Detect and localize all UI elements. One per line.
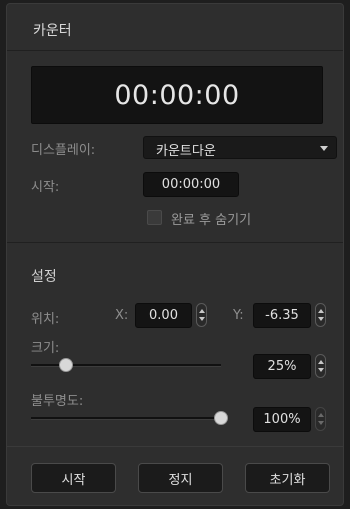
footer-divider — [7, 446, 343, 447]
stepper-up-icon — [318, 360, 324, 364]
start-time-input[interactable]: 00:00:00 — [143, 172, 239, 197]
position-y-label: Y: — [233, 308, 244, 323]
size-label: 크기: — [31, 341, 60, 356]
stepper-up-icon — [199, 309, 205, 313]
hide-when-done-label: 완료 후 숨기기 — [171, 213, 252, 228]
stepper-up-icon — [318, 309, 324, 313]
display-label: 디스플레이: — [31, 143, 96, 158]
display-mode-dropdown[interactable]: 카운트다운 — [143, 136, 337, 159]
position-x-stepper[interactable] — [196, 303, 207, 327]
position-label: 위치: — [31, 312, 60, 327]
opacity-slider-track[interactable] — [31, 417, 221, 420]
opacity-slider-thumb[interactable] — [214, 411, 228, 425]
panel-title: 카운터 — [33, 23, 72, 39]
chevron-down-icon — [320, 146, 328, 151]
stepper-down-icon — [199, 317, 205, 321]
size-stepper[interactable] — [315, 354, 326, 378]
stepper-down-icon — [318, 421, 324, 425]
size-input[interactable]: 25% — [253, 354, 311, 379]
section-divider — [7, 242, 343, 243]
settings-heading: 설정 — [31, 269, 57, 285]
reset-button[interactable]: 초기화 — [245, 463, 330, 493]
position-x-input[interactable]: 0.00 — [135, 303, 192, 328]
display-mode-value: 카운트다운 — [156, 144, 216, 159]
size-slider-thumb[interactable] — [59, 358, 74, 372]
stepper-down-icon — [318, 368, 324, 372]
position-y-stepper[interactable] — [315, 303, 326, 327]
opacity-stepper[interactable] — [315, 407, 326, 431]
hide-when-done-checkbox[interactable] — [147, 210, 162, 225]
position-x-label: X: — [115, 308, 129, 323]
counter-panel: 카운터 00:00:00 디스플레이: 카운트다운 시작: 00:00:00 완… — [6, 3, 344, 506]
position-y-input[interactable]: -6.35 — [253, 303, 311, 328]
start-button[interactable]: 시작 — [31, 463, 116, 493]
panel-header: 카운터 — [7, 4, 343, 51]
opacity-input[interactable]: 100% — [253, 407, 311, 432]
start-label: 시작: — [31, 180, 60, 195]
opacity-label: 불투명도: — [31, 394, 84, 409]
stop-button[interactable]: 정지 — [138, 463, 223, 493]
stepper-up-icon — [318, 413, 324, 417]
timer-display: 00:00:00 — [31, 66, 323, 124]
stepper-down-icon — [318, 317, 324, 321]
